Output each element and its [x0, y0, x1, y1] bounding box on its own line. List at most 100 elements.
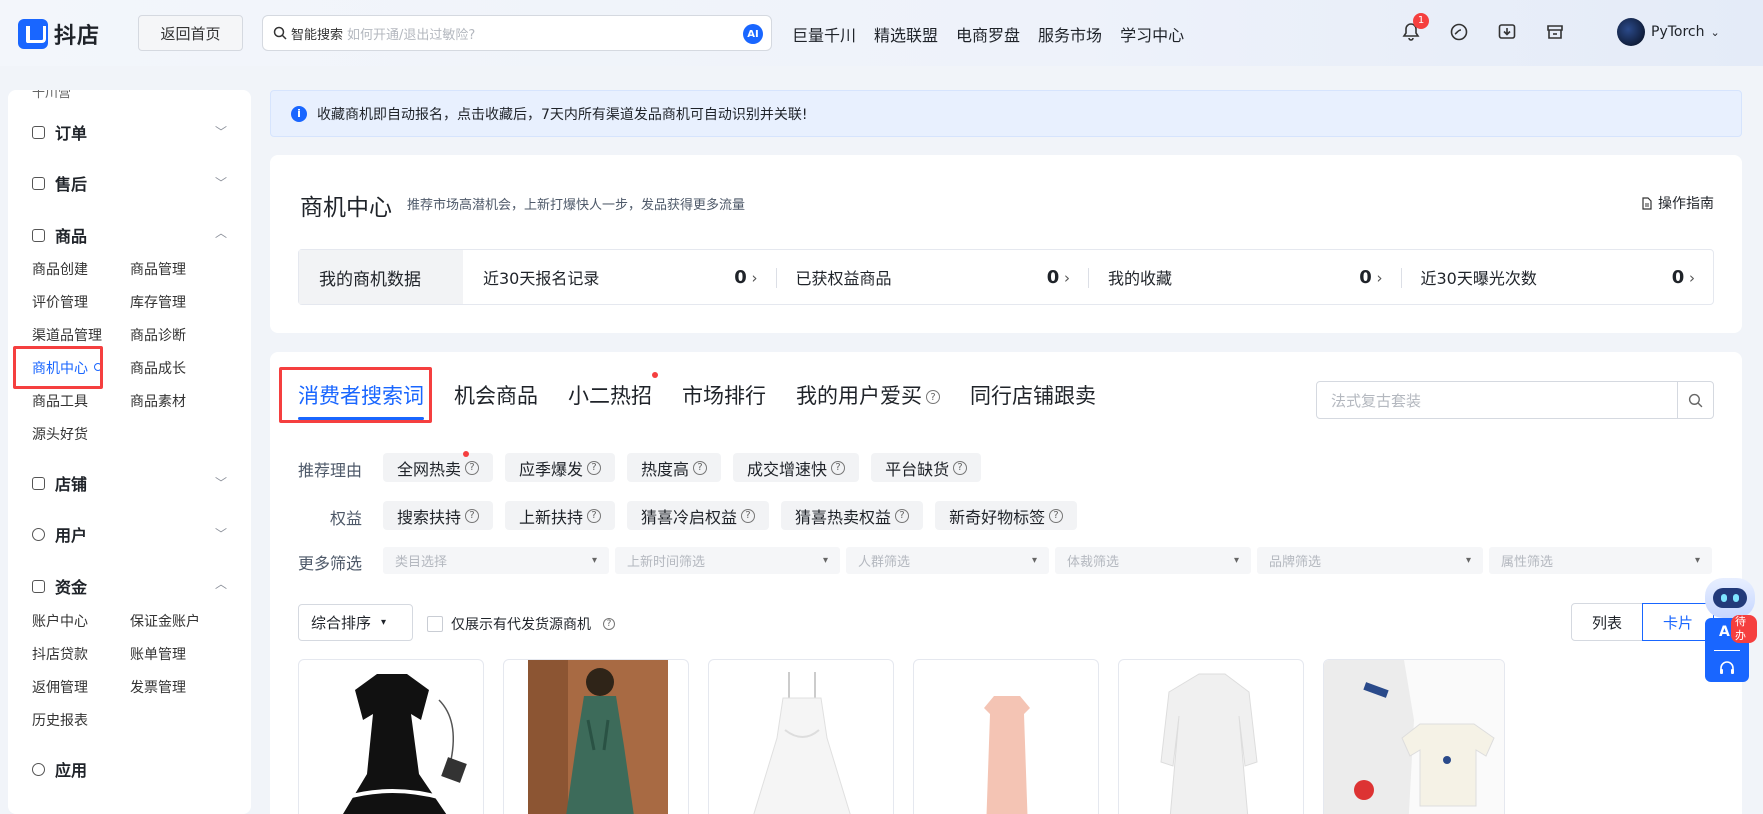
logo-text: 抖店 — [54, 24, 101, 49]
chip-seasonal[interactable]: 应季爆发? — [505, 453, 616, 482]
sidebar-item-inventory[interactable]: 库存管理 — [130, 292, 186, 312]
stats-label: 我的商机数据 — [299, 250, 463, 304]
sidebar-section-users[interactable]: 用户 — [32, 522, 87, 546]
product-card[interactable]: ☆ 收藏 — [913, 659, 1099, 814]
chip-fast-growth[interactable]: 成交增速快? — [733, 453, 860, 482]
todo-badge: 待办 — [1731, 615, 1757, 643]
logo[interactable]: 抖店 — [18, 18, 100, 50]
sidebar-item-history-report[interactable]: 历史报表 — [32, 710, 88, 730]
sidebar-item-product-material[interactable]: 商品素材 — [130, 391, 186, 411]
sidebar-item-invoice[interactable]: 发票管理 — [130, 677, 186, 697]
user-menu[interactable]: PyTorch ⌄ — [1617, 18, 1720, 46]
help-icon: ? — [587, 460, 602, 475]
chat-icon[interactable] — [1447, 20, 1471, 44]
tab-peer-follow[interactable]: 同行店铺跟卖 — [970, 380, 1096, 410]
help-icon: ? — [465, 508, 480, 523]
brand-select[interactable]: 品牌筛选 ▾ — [1257, 547, 1483, 574]
sidebar-section-products[interactable]: 商品 — [32, 223, 87, 247]
sidebar-cut-item[interactable]: 千川营 — [32, 90, 71, 101]
crowd-select[interactable]: 人群筛选 ▾ — [846, 547, 1049, 574]
sort-select[interactable]: 综合排序 ▾ — [298, 604, 413, 641]
sidebar-section-aftersale[interactable]: 售后 — [32, 171, 87, 195]
sidebar-section-shop[interactable]: 店铺 — [32, 471, 87, 495]
chip-high-heat[interactable]: 热度高? — [627, 453, 722, 482]
chip-new-support[interactable]: 上新扶持? — [505, 501, 616, 530]
tab-hot-recruit[interactable]: 小二热招 — [568, 372, 658, 410]
sidebar-item-deposit-account[interactable]: 保证金账户 — [130, 611, 200, 631]
ai-assistant[interactable]: AI 待办 — [1703, 578, 1757, 682]
help-icon: ? — [831, 460, 846, 475]
download-icon[interactable] — [1495, 20, 1519, 44]
reason-chips: 全网热卖? 应季爆发? 热度高? 成交增速快? 平台缺货? — [383, 451, 982, 482]
sidebar-item-product-diagnosis[interactable]: 商品诊断 — [130, 325, 186, 345]
home-button[interactable]: 返回首页 — [138, 15, 243, 51]
stat-exposures[interactable]: 近30天曝光次数 0 — [1400, 250, 1714, 304]
chip-out-of-stock[interactable]: 平台缺货? — [871, 453, 982, 482]
summary-card: 商机中心 推荐市场高潜机会，上新打爆快人一步，发品获得更多流量 操作指南 我的商… — [270, 155, 1742, 333]
nav-alliance[interactable]: 精选联盟 — [874, 22, 938, 46]
search-label: 智能搜索 — [291, 27, 344, 43]
product-card[interactable]: ☆ 收藏 — [1118, 659, 1304, 814]
chevron-down-icon: ▾ — [381, 617, 387, 628]
product-card[interactable]: ☆ 收藏 — [503, 659, 689, 814]
search-icon[interactable] — [1677, 382, 1713, 418]
help-icon: ? — [926, 390, 940, 404]
bell-icon[interactable]: 1 — [1399, 13, 1429, 44]
keyword-search-input[interactable]: 法式复古套装 — [1316, 381, 1714, 419]
sidebar-item-review-manage[interactable]: 评价管理 — [32, 292, 88, 312]
sidebar-item-product-create[interactable]: 商品创建 — [32, 259, 88, 279]
sidebar-item-product-tools[interactable]: 商品工具 — [32, 391, 88, 411]
category-select[interactable]: 类目选择 ▾ — [383, 547, 609, 574]
sidebar-item-account-center[interactable]: 账户中心 — [32, 611, 88, 631]
product-image — [1324, 660, 1504, 814]
stat-favorites[interactable]: 我的收藏 0 — [1088, 250, 1401, 304]
reason-label: 推荐理由 — [298, 461, 363, 480]
nav-service-market[interactable]: 服务市场 — [1038, 22, 1102, 46]
sidebar-item-bill-manage[interactable]: 账单管理 — [130, 644, 186, 664]
store-icon[interactable] — [1543, 20, 1567, 44]
time-select[interactable]: 上新时间筛选 ▾ — [615, 547, 840, 574]
stat-rights-products[interactable]: 已获权益商品 0 — [775, 250, 1089, 304]
product-card[interactable]: ☆ 收藏 — [1323, 659, 1505, 814]
nav-compass[interactable]: 电商罗盘 — [956, 22, 1020, 46]
headset-icon[interactable] — [1718, 659, 1736, 677]
tab-market-ranking[interactable]: 市场排行 — [682, 380, 766, 410]
chip-cold-start[interactable]: 猜喜冷启权益? — [627, 501, 770, 530]
guide-link[interactable]: 操作指南 — [1641, 193, 1714, 213]
global-search-input[interactable]: 智能搜索 如何开通/退出过敏险? AI — [262, 15, 772, 51]
chip-hot-sale[interactable]: 全网热卖? — [383, 451, 494, 482]
tab-opportunity-products[interactable]: 机会商品 — [454, 380, 538, 410]
ai-search-icon[interactable]: AI — [743, 24, 763, 44]
chip-novelty-tag[interactable]: 新奇好物标签? — [935, 501, 1078, 530]
rights-label: 权益 — [330, 509, 363, 528]
rights-chips: 搜索扶持? 上新扶持? 猜喜冷启权益? 猜喜热卖权益? 新奇好物标签? — [383, 501, 1078, 530]
sidebar-item-channel-product[interactable]: 渠道品管理 — [32, 325, 102, 345]
nav-qianchuan[interactable]: 巨量千川 — [792, 22, 856, 46]
dropship-filter[interactable]: 仅展示有代发货源商机 ? — [427, 614, 615, 634]
sidebar-item-commission[interactable]: 返佣管理 — [32, 677, 88, 697]
sidebar-item-shop-loan[interactable]: 抖店贷款 — [32, 644, 88, 664]
sidebar-section-apps[interactable]: 应用 — [32, 757, 87, 781]
sidebar-item-product-manage[interactable]: 商品管理 — [130, 259, 186, 279]
filter-row: 类目选择 ▾ 上新时间筛选 ▾ 人群筛选 ▾ 体裁筛选 ▾ 品牌筛选 ▾ 属性筛选 ▾ — [383, 547, 1712, 574]
sidebar-section-funds[interactable]: 资金 — [32, 574, 87, 598]
main-card: 消费者搜索词 机会商品 小二热招 市场排行 我的用户爱买? 同行店铺跟卖 法式复… — [270, 352, 1742, 814]
stat-signup-records[interactable]: 近30天报名记录 0 — [463, 250, 776, 304]
genre-select[interactable]: 体裁筛选 ▾ — [1055, 547, 1251, 574]
chevron-up-icon: ︿ — [214, 226, 227, 240]
attribute-select[interactable]: 属性筛选 ▾ — [1489, 547, 1712, 574]
product-card[interactable]: ☆ 收藏 — [708, 659, 894, 814]
sidebar-item-source-goods[interactable]: 源头好货 — [32, 424, 88, 444]
product-grid: ☆ 收藏 ☆ 收藏 ☆ 收藏 ☆ 收藏 — [298, 659, 1505, 814]
chip-search-support[interactable]: 搜索扶持? — [383, 501, 494, 530]
sidebar-section-orders[interactable]: 订单 — [32, 120, 87, 144]
user-icon — [32, 527, 45, 541]
chip-hot-rights[interactable]: 猜喜热卖权益? — [781, 501, 924, 530]
new-dot — [463, 451, 469, 457]
tab-my-users-love[interactable]: 我的用户爱买? — [796, 380, 940, 410]
nav-learning[interactable]: 学习中心 — [1120, 22, 1184, 46]
dropship-checkbox[interactable] — [427, 616, 443, 632]
product-card[interactable]: ☆ 收藏 — [298, 659, 484, 814]
list-view-button[interactable]: 列表 — [1571, 603, 1643, 641]
sidebar-item-product-growth[interactable]: 商品成长 — [130, 358, 186, 378]
